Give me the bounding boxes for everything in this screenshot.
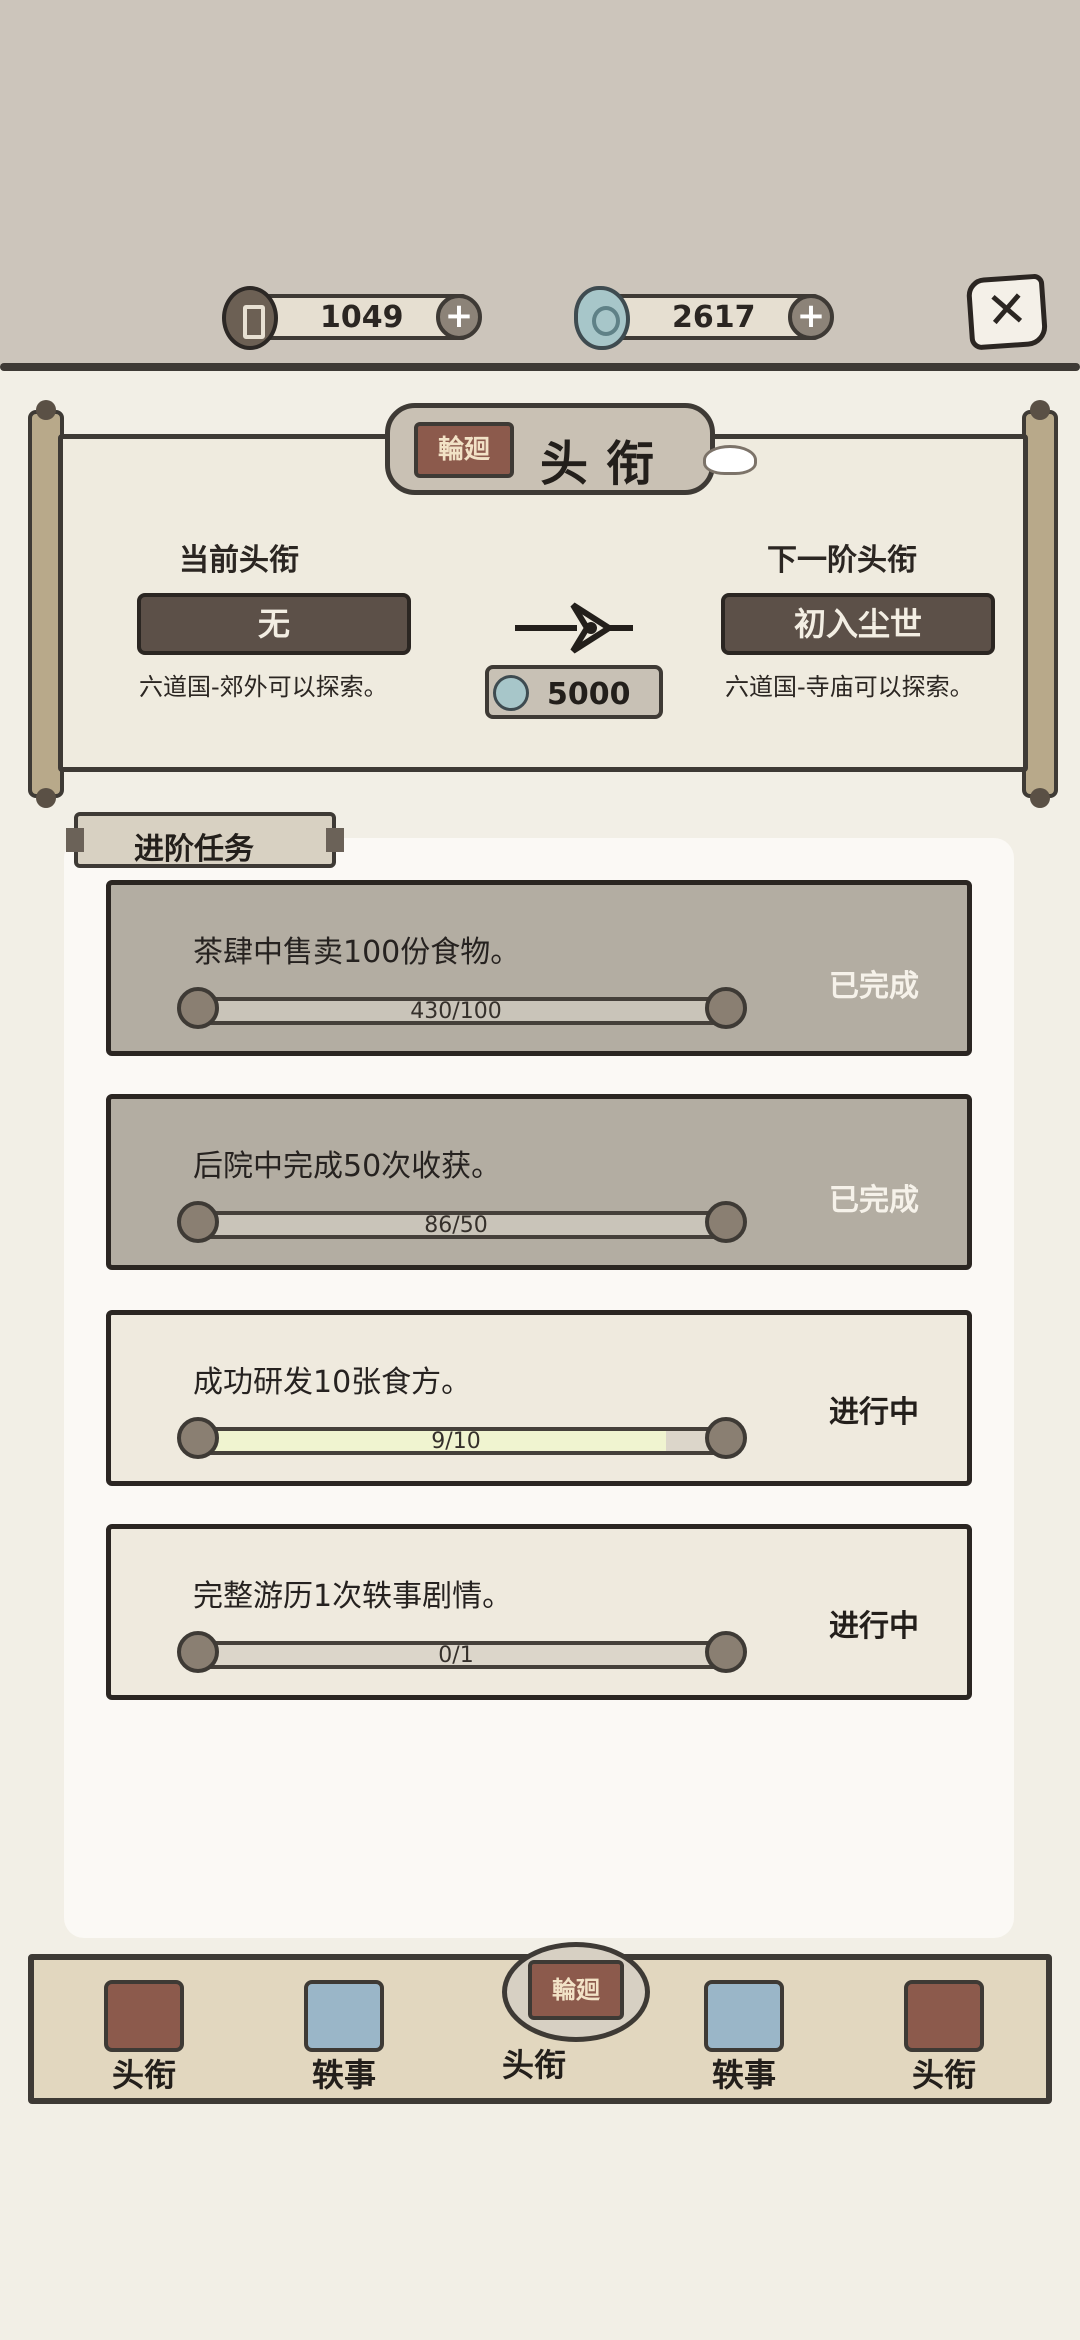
lunhui-seal-icon: 輪廻 [528,1960,624,2020]
task-status: 进行中 [829,1395,919,1430]
coin-icon [222,286,278,350]
progress-text: 0/1 [438,1643,474,1668]
seal-icon [104,1980,184,2052]
nav-item-title-active[interactable]: 輪廻 头衔 [502,1942,650,2088]
task-progress-bar: 0/1 [189,1641,723,1669]
title-scroll-panel: 輪廻 头衔 当前头衔 无 六道国-郊外可以探索。 5000 下一阶头衔 初入尘世… [28,400,1062,808]
task-description: 茶肆中售卖100份食物。 [193,935,521,970]
bar-cap-icon [705,987,747,1029]
close-button[interactable]: ✕ [965,273,1049,351]
tasks-header-label: 进阶任务 [134,832,254,867]
arrow-right-icon [515,602,633,654]
current-title-value: 无 [137,593,411,655]
nav-label: 头衔 [911,2056,976,2094]
coin-value: 1049 [320,300,404,335]
nav-label: 头衔 [111,2056,176,2094]
jade-icon [493,675,529,711]
task-card: 成功研发10张食方。 9/10 进行中 [106,1310,972,1486]
nav-label: 轶事 [711,2056,776,2094]
bar-cap-icon [177,987,219,1029]
task-status: 进行中 [829,1609,919,1644]
scroll-icon [704,1980,784,2052]
bar-cap-icon [705,1631,747,1673]
task-card: 茶肆中售卖100份食物。 430/100 已完成 [106,880,972,1056]
bar-cap-icon [177,1201,219,1243]
lunhui-seal-icon: 輪廻 [414,422,514,478]
task-description: 成功研发10张食方。 [193,1365,472,1400]
title-plate: 輪廻 头衔 [385,403,715,495]
progress-text: 9/10 [431,1429,481,1454]
jade-counter: 2617 + [574,286,840,350]
coin-counter: 1049 + [222,286,488,350]
nav-item-title[interactable]: 头衔 [874,1980,1014,2110]
bar-cap-icon [705,1201,747,1243]
tasks-header: 进阶任务 [66,812,344,868]
upgrade-cost: 5000 [485,665,663,719]
task-progress-bar: 430/100 [189,997,723,1025]
scroll-icon [304,1980,384,2052]
cloud-icon [703,445,757,475]
task-card: 后院中完成50次收获。 86/50 已完成 [106,1094,972,1270]
task-status: 已完成 [829,969,919,1004]
next-title-value: 初入尘世 [721,593,995,655]
current-unlock-text: 六道国-郊外可以探索。 [139,673,388,701]
nav-label: 轶事 [311,2056,376,2094]
seal-icon [904,1980,984,2052]
cost-value: 5000 [547,677,631,712]
task-description: 完整游历1次轶事剧情。 [193,1579,513,1614]
progress-text: 430/100 [410,999,502,1024]
nav-label: 头衔 [502,2046,567,2084]
task-card: 完整游历1次轶事剧情。 0/1 进行中 [106,1524,972,1700]
bar-cap-icon [177,1417,219,1459]
scroll-paper: 輪廻 头衔 当前头衔 无 六道国-郊外可以探索。 5000 下一阶头衔 初入尘世… [58,403,1028,772]
jade-icon [574,286,630,350]
current-title-label: 当前头衔 [179,543,299,578]
task-description: 后院中完成50次收获。 [193,1149,502,1184]
next-unlock-text: 六道国-寺庙可以探索。 [725,673,974,701]
top-band [0,0,1080,371]
add-coin-button[interactable]: + [436,294,482,340]
nav-item-title[interactable]: 头衔 [74,1980,214,2110]
jade-value: 2617 [672,300,756,335]
task-progress-bar: 9/10 [189,1427,723,1455]
page-title: 头衔 [540,436,673,492]
task-progress-bar: 86/50 [189,1211,723,1239]
progress-text: 86/50 [424,1213,488,1238]
bar-cap-icon [177,1631,219,1673]
nav-item-anecdote[interactable]: 轶事 [674,1980,814,2110]
nav-item-anecdote[interactable]: 轶事 [274,1980,414,2110]
bottom-nav: 头衔 轶事 輪廻 头衔 轶事 头衔 [28,1942,1052,2104]
bar-cap-icon [705,1417,747,1459]
add-jade-button[interactable]: + [788,294,834,340]
task-status: 已完成 [829,1183,919,1218]
next-title-label: 下一阶头衔 [767,543,917,578]
